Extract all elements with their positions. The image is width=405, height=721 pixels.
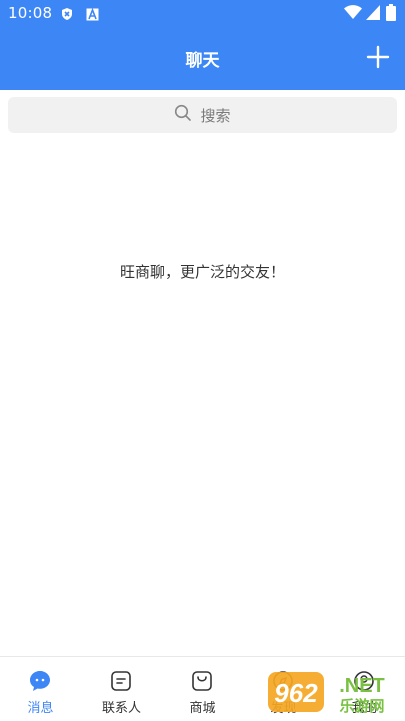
search-icon [174, 104, 192, 126]
tab-label: 发现 [270, 701, 297, 716]
tab-label: 我的 [351, 701, 378, 716]
page-title: 聊天 [185, 51, 220, 71]
tab-discover[interactable]: 发现 [243, 657, 324, 721]
profile-icon [352, 669, 376, 693]
tab-profile[interactable]: 我的 [324, 657, 405, 721]
tab-contacts[interactable]: 联系人 [81, 657, 162, 721]
add-button[interactable] [365, 44, 391, 70]
bottom-tab-bar: 消息 联系人 商城 发现 我的 [0, 656, 405, 721]
font-icon [86, 6, 99, 25]
shield-icon [60, 6, 74, 25]
search-field-content: 搜索 [8, 97, 397, 133]
tab-messages[interactable]: 消息 [0, 657, 81, 721]
plus-icon [366, 45, 390, 69]
cell-signal-icon [366, 5, 380, 24]
status-bar: 10:08 [0, 0, 405, 26]
contacts-icon [109, 669, 133, 693]
shopping-bag-icon [190, 669, 214, 693]
tab-label: 商城 [189, 701, 216, 716]
wifi-icon [344, 5, 362, 24]
battery-icon [386, 4, 396, 25]
status-time: 10:08 [8, 4, 53, 22]
search-input[interactable]: 搜索 [8, 97, 397, 133]
discover-icon [271, 669, 295, 693]
search-placeholder: 搜索 [200, 106, 231, 125]
empty-state-message: 旺商聊，更广泛的交友！ [119, 263, 285, 281]
tab-label: 消息 [27, 701, 54, 716]
tab-label: 联系人 [101, 701, 141, 716]
chat-bubble-icon [28, 669, 52, 693]
app-bar: 聊天 [0, 26, 405, 90]
tab-mall[interactable]: 商城 [162, 657, 243, 721]
